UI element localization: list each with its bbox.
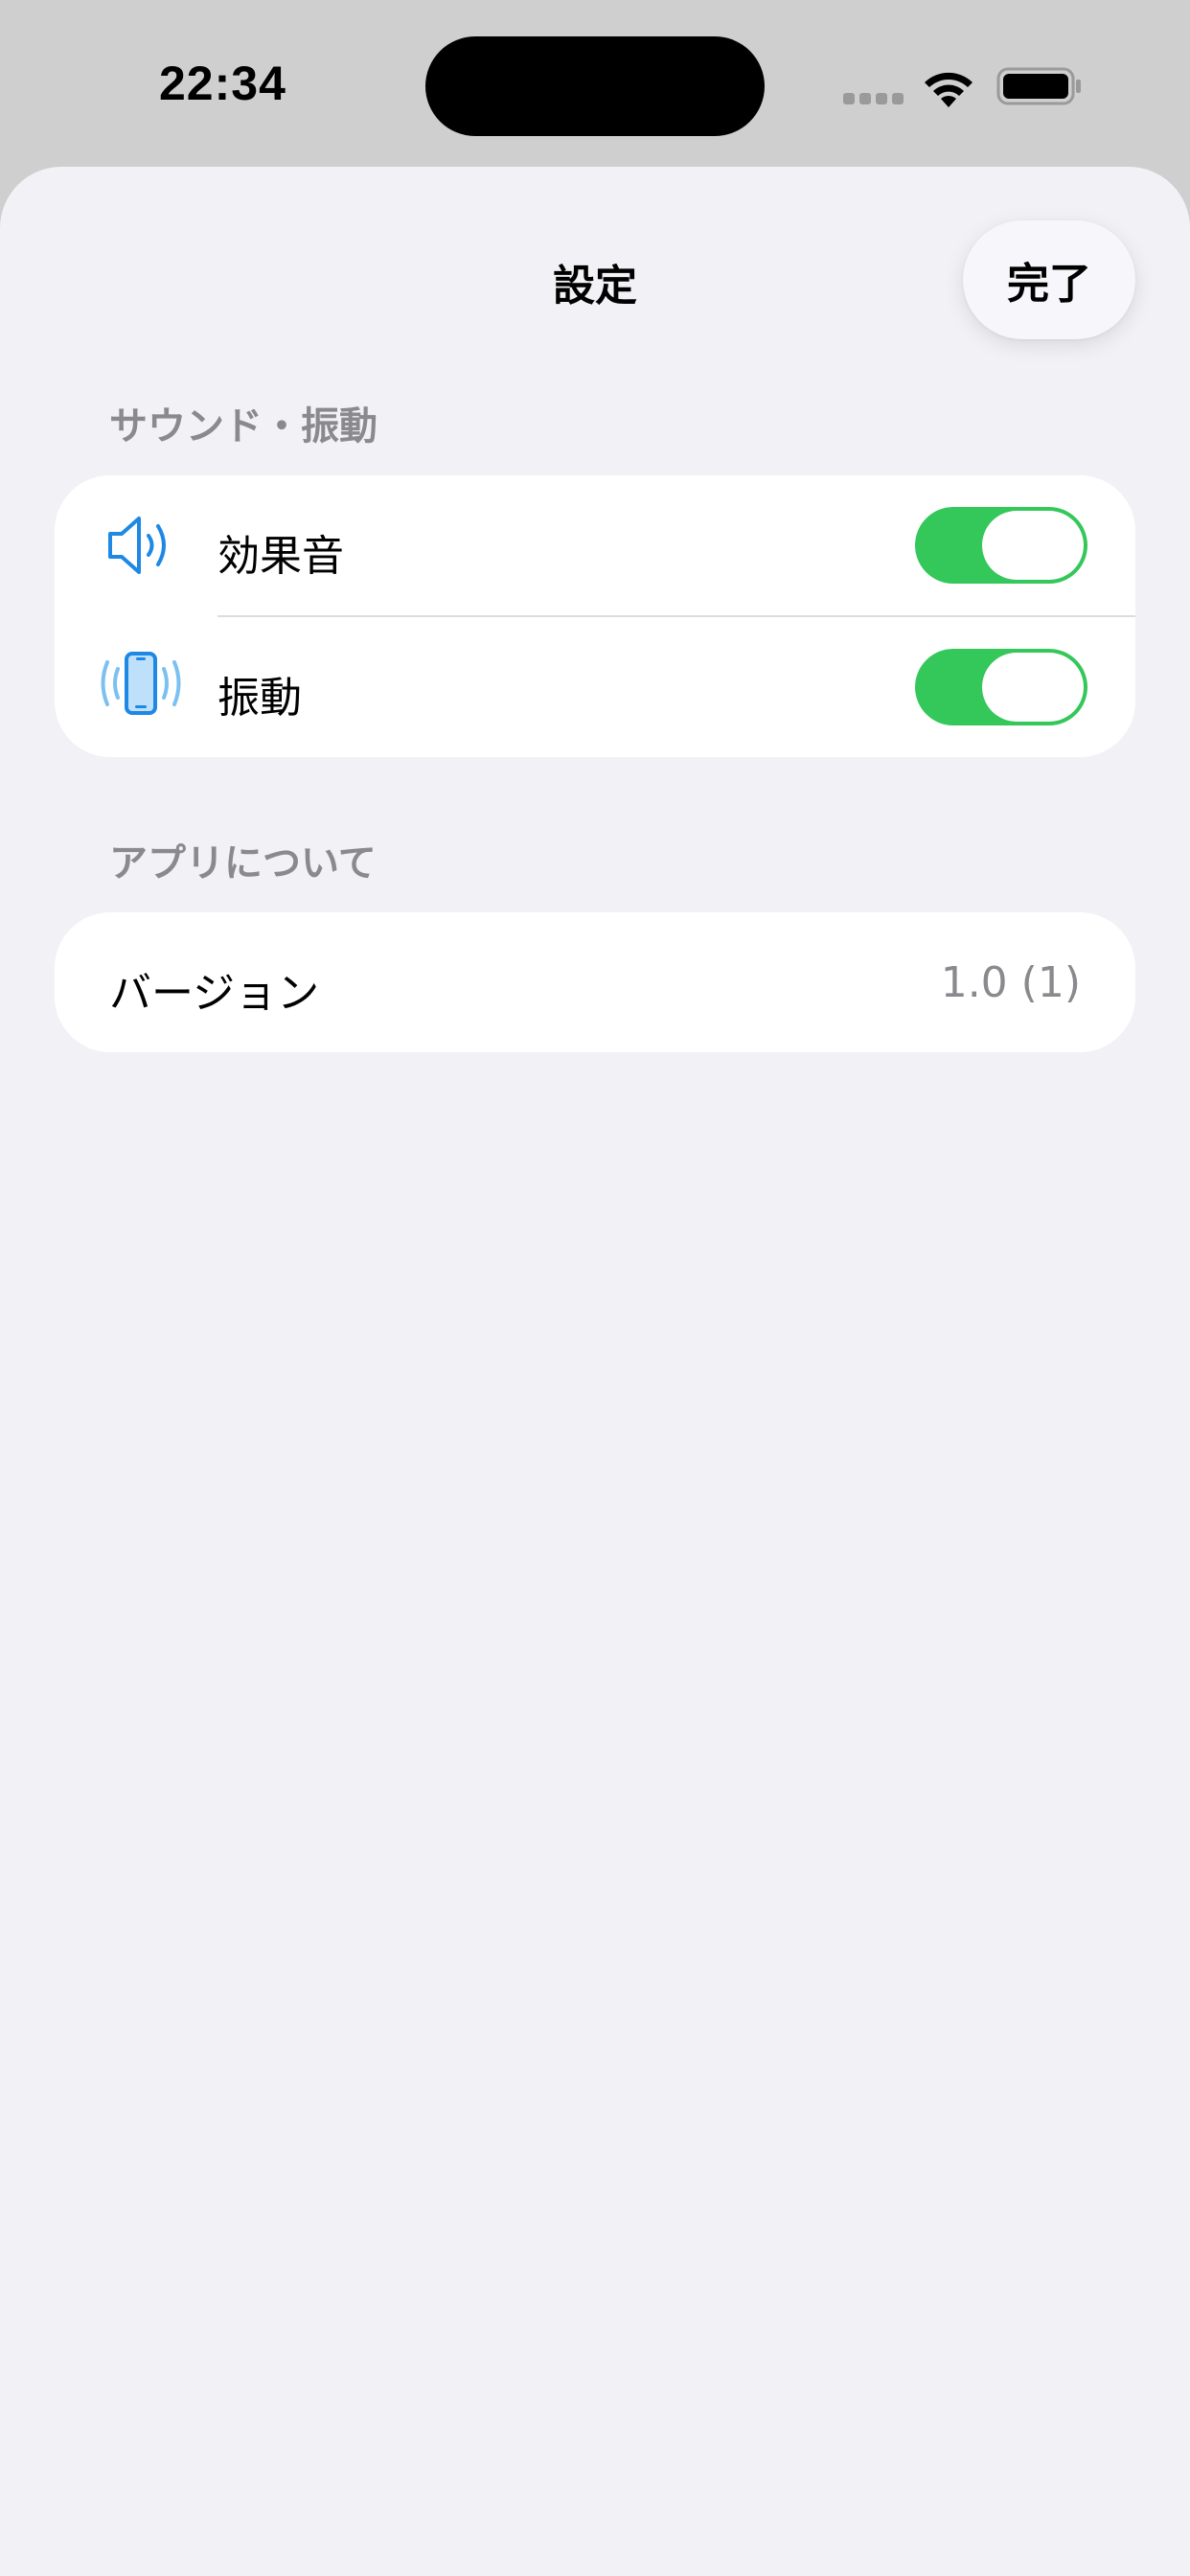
section-header-about: アプリについて <box>109 841 377 886</box>
status-time: 22:34 <box>159 57 286 110</box>
version-value: 1.0 (1) <box>940 958 1081 1007</box>
row-version: バージョン 1.0 (1) <box>55 912 1135 1052</box>
about-card: バージョン 1.0 (1) <box>55 912 1135 1052</box>
toggle-knob <box>982 511 1084 580</box>
wifi-icon <box>925 72 973 107</box>
speaker-icon <box>108 517 166 574</box>
dynamic-island <box>425 36 765 136</box>
done-button[interactable]: 完了 <box>963 220 1135 339</box>
sound-effects-toggle[interactable] <box>915 507 1087 584</box>
settings-sheet: 設定 完了 サウンド・振動 効果音 振動 アプリについて バージョン 1.0 (… <box>0 167 1190 2576</box>
sound-effects-label: 効果音 <box>217 532 344 581</box>
cellular-signal-icon <box>843 93 904 106</box>
phone-vibration-icon <box>101 652 181 715</box>
battery-icon <box>996 67 1081 105</box>
sound-settings-card: 効果音 振動 <box>55 475 1135 757</box>
toggle-knob <box>982 653 1084 722</box>
status-bar: 22:34 <box>0 0 1190 168</box>
section-header-sound: サウンド・振動 <box>109 404 378 448</box>
row-sound-effects: 効果音 <box>55 475 1135 615</box>
row-vibration: 振動 <box>55 617 1135 757</box>
version-label: バージョン <box>109 969 320 1018</box>
vibration-label: 振動 <box>217 674 302 723</box>
vibration-toggle[interactable] <box>915 649 1087 725</box>
